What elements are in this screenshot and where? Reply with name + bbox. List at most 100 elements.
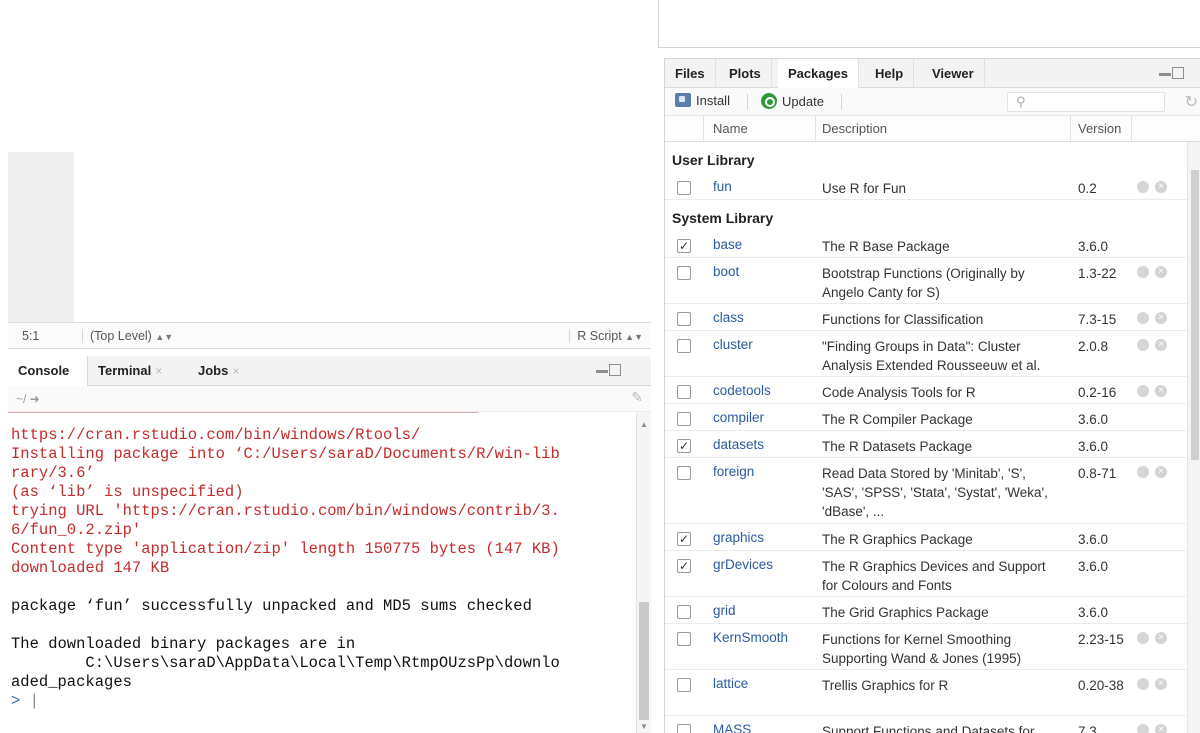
package-checkbox[interactable] — [677, 385, 691, 399]
clear-console-icon[interactable]: ✎ — [631, 389, 643, 406]
console-scrollbar[interactable]: ▲ ▼ — [636, 412, 651, 733]
package-name-link[interactable]: grDevices — [713, 557, 773, 572]
close-icon[interactable]: × — [232, 364, 239, 378]
tab-help[interactable]: Help — [865, 59, 915, 88]
remove-package-icon[interactable]: × — [1155, 266, 1167, 278]
tab-files[interactable]: Files — [665, 59, 716, 88]
package-row: fun Use R for Fun 0.2 × — [665, 173, 1187, 200]
package-name-link[interactable]: boot — [713, 264, 739, 279]
package-name-link[interactable]: graphics — [713, 530, 764, 545]
package-version: 3.6.0 — [1078, 439, 1109, 454]
update-icon — [761, 93, 777, 109]
go-to-directory-icon[interactable]: ➜ — [30, 392, 40, 406]
column-description[interactable]: Description — [822, 121, 887, 136]
package-checkbox[interactable] — [677, 312, 691, 326]
remove-package-icon[interactable]: × — [1155, 632, 1167, 644]
globe-icon[interactable] — [1137, 632, 1149, 644]
package-name-link[interactable]: fun — [713, 179, 732, 194]
remove-package-icon[interactable]: × — [1155, 678, 1167, 690]
system-library-rows: ✓ base The R Base Package 3.6.0 boot Bootstra… — [665, 231, 1187, 733]
remove-package-icon[interactable]: × — [1155, 466, 1167, 478]
package-name-link[interactable]: compiler — [713, 410, 764, 425]
package-search-input[interactable]: ⚲ — [1007, 92, 1165, 112]
package-checkbox[interactable]: ✓ — [677, 532, 691, 546]
package-name-link[interactable]: KernSmooth — [713, 630, 788, 645]
update-button[interactable]: Update — [761, 93, 824, 109]
install-button[interactable]: Install — [675, 93, 730, 108]
maximize-icon[interactable] — [1172, 67, 1184, 79]
console-output[interactable]: https://cran.rstudio.com/bin/windows/Rto… — [8, 412, 632, 733]
globe-icon[interactable] — [1137, 266, 1149, 278]
package-description: Trellis Graphics for R — [822, 678, 949, 693]
package-description: Use R for Fun — [822, 181, 907, 196]
column-version[interactable]: Version — [1078, 121, 1121, 136]
package-name-link[interactable]: MASS — [713, 722, 751, 733]
remove-package-icon[interactable]: × — [1155, 312, 1167, 324]
scroll-up-icon[interactable]: ▲ — [640, 420, 648, 429]
package-version: 2.0.8 — [1078, 339, 1109, 354]
tab-jobs[interactable]: Jobs × — [188, 356, 249, 386]
file-type-selector[interactable]: R Script ▲▼ — [569, 329, 643, 343]
remove-package-icon[interactable]: × — [1155, 339, 1167, 351]
globe-icon[interactable] — [1137, 678, 1149, 690]
tab-label: Console — [18, 363, 70, 378]
remove-package-icon[interactable]: × — [1155, 385, 1167, 397]
package-description: The Grid Graphics Package — [822, 605, 989, 620]
package-name-link[interactable]: foreign — [713, 464, 754, 479]
package-checkbox[interactable] — [677, 605, 691, 619]
package-checkbox[interactable] — [677, 181, 691, 195]
scrollbar-thumb[interactable] — [639, 602, 649, 720]
globe-icon[interactable] — [1137, 466, 1149, 478]
package-name-link[interactable]: grid — [713, 603, 736, 618]
globe-icon[interactable] — [1137, 385, 1149, 397]
package-description: Functions for Classification — [822, 312, 984, 327]
scope-selector[interactable]: (Top Level) ▲▼ — [82, 329, 173, 343]
package-name-link[interactable]: base — [713, 237, 742, 252]
console-line: The downloaded binary packages are in — [11, 635, 356, 653]
tab-plots[interactable]: Plots — [719, 59, 772, 88]
remove-package-icon[interactable]: × — [1155, 724, 1167, 733]
package-checkbox[interactable] — [677, 632, 691, 646]
minimize-icon[interactable] — [1159, 73, 1171, 76]
package-description: Read Data Stored by 'Minitab', 'S', 'SAS… — [822, 466, 1048, 519]
console-lines: https://cran.rstudio.com/bin/windows/Rto… — [11, 426, 632, 692]
package-checkbox[interactable] — [677, 339, 691, 353]
package-checkbox[interactable]: ✓ — [677, 239, 691, 253]
package-row: codetools Code Analysis Tools for R 0.2-16… — [665, 377, 1187, 404]
maximize-icon[interactable] — [609, 364, 621, 376]
tab-console[interactable]: Console — [8, 356, 88, 386]
globe-icon[interactable] — [1137, 181, 1149, 193]
package-checkbox[interactable] — [677, 678, 691, 692]
packages-scrollbar[interactable] — [1187, 142, 1200, 733]
package-checkbox[interactable]: ✓ — [677, 439, 691, 453]
source-editor[interactable] — [0, 0, 651, 322]
package-name-link[interactable]: cluster — [713, 337, 753, 352]
package-name-link[interactable]: class — [713, 310, 744, 325]
package-row: cluster "Finding Groups in Data": Cluster… — [665, 331, 1187, 377]
globe-icon[interactable] — [1137, 339, 1149, 351]
package-checkbox[interactable] — [677, 466, 691, 480]
tab-viewer[interactable]: Viewer — [922, 59, 985, 88]
tab-packages[interactable]: Packages — [778, 59, 859, 88]
package-checkbox[interactable]: ✓ — [677, 559, 691, 573]
column-name[interactable]: Name — [713, 121, 748, 136]
scrollbar-thumb[interactable] — [1191, 170, 1199, 460]
package-checkbox[interactable] — [677, 266, 691, 280]
tab-terminal[interactable]: Terminal × — [88, 356, 172, 386]
globe-icon[interactable] — [1137, 312, 1149, 324]
close-icon[interactable]: × — [155, 364, 162, 378]
console-prompt[interactable]: > | — [11, 692, 632, 711]
package-version: 7.3 — [1078, 724, 1097, 733]
updown-icon: ▲▼ — [625, 332, 643, 342]
refresh-icon[interactable]: ↻ — [1185, 92, 1198, 112]
globe-icon[interactable] — [1137, 724, 1149, 733]
package-name-link[interactable]: datasets — [713, 437, 764, 452]
package-name-link[interactable]: codetools — [713, 383, 771, 398]
remove-package-icon[interactable]: × — [1155, 181, 1167, 193]
package-name-link[interactable]: lattice — [713, 676, 748, 691]
minimize-icon[interactable] — [596, 370, 608, 373]
scroll-down-icon[interactable]: ▼ — [640, 722, 648, 731]
package-checkbox[interactable] — [677, 724, 691, 733]
package-checkbox[interactable] — [677, 412, 691, 426]
